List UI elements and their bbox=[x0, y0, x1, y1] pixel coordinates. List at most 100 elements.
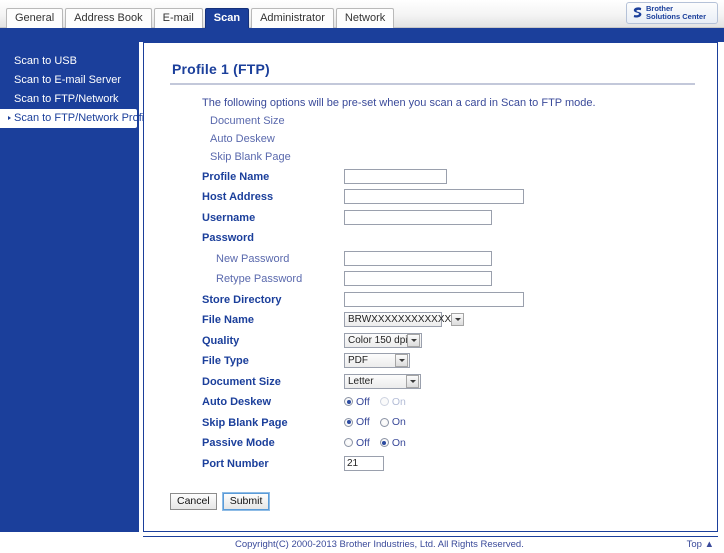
row-passive-mode: Passive Mode Off On bbox=[144, 435, 717, 456]
document-size-value: Letter bbox=[348, 375, 374, 387]
auto-deskew-radio-on: On bbox=[379, 395, 406, 408]
row-auto-deskew: Auto Deskew Off On bbox=[144, 394, 717, 415]
file-name-select[interactable]: BRWXXXXXXXXXXXX bbox=[344, 312, 465, 327]
cancel-button[interactable]: Cancel bbox=[170, 493, 217, 510]
skip-blank-page-radio-group: Off On bbox=[344, 415, 406, 430]
sidebar-item-label: Scan to FTP/Network bbox=[14, 93, 119, 105]
auto-deskew-radio-off[interactable]: Off bbox=[344, 396, 370, 408]
username-input[interactable] bbox=[344, 209, 492, 225]
row-new-password: New Password bbox=[144, 250, 717, 272]
submit-button[interactable]: Submit bbox=[222, 493, 270, 510]
row-file-type: File Type PDF bbox=[144, 353, 717, 374]
sidebar-item-scan-to-ftp-network-profile[interactable]: Scan to FTP/Network Profile bbox=[0, 109, 153, 128]
skip-blank-page-on-label: On bbox=[391, 416, 406, 428]
auto-deskew-on-label: On bbox=[391, 395, 406, 408]
label-host-address: Host Address bbox=[202, 191, 274, 203]
passive-mode-radio-group: Off On bbox=[344, 435, 406, 450]
radio-dot-icon bbox=[379, 397, 389, 406]
top-link[interactable]: Top ▲ bbox=[687, 539, 714, 550]
sidebar-item-scan-to-email-server[interactable]: Scan to E-mail Server bbox=[0, 71, 139, 90]
tab-administrator[interactable]: Administrator bbox=[251, 8, 334, 28]
intro-item-document-size: Document Size bbox=[210, 115, 285, 127]
port-number-input[interactable] bbox=[344, 455, 384, 471]
chevron-down-icon[interactable] bbox=[407, 333, 421, 347]
radio-dot-icon bbox=[344, 397, 353, 406]
quality-select[interactable]: Color 150 dpi bbox=[344, 332, 422, 348]
row-host-address: Host Address bbox=[144, 189, 717, 210]
row-skip-blank-page: Skip Blank Page Off On bbox=[144, 415, 717, 436]
row-profile-name: Profile Name bbox=[144, 169, 717, 189]
brother-solutions-center-logo[interactable]: Brother Solutions Center bbox=[626, 2, 718, 24]
footer: Copyright(C) 2000-2013 Brother Industrie… bbox=[143, 536, 718, 552]
selected-arrow-icon bbox=[8, 116, 11, 121]
label-passive-mode: Passive Mode bbox=[202, 437, 275, 449]
passive-mode-radio-on[interactable]: On bbox=[379, 437, 406, 449]
tab-address-book[interactable]: Address Book bbox=[65, 8, 152, 28]
store-directory-input[interactable] bbox=[344, 291, 524, 307]
label-password: Password bbox=[202, 232, 254, 244]
tab-email[interactable]: E-mail bbox=[153, 8, 203, 28]
host-address-input[interactable] bbox=[344, 189, 524, 204]
row-store-directory: Store Directory bbox=[144, 291, 717, 313]
footer-divider bbox=[143, 536, 718, 537]
radio-dot-icon bbox=[344, 438, 353, 447]
label-quality: Quality bbox=[202, 334, 240, 347]
label-username: Username bbox=[202, 211, 256, 224]
quality-value: Color 150 dpi bbox=[348, 334, 408, 346]
new-password-input[interactable] bbox=[344, 250, 492, 266]
top-bar: General Address Book E-mail Scan Adminis… bbox=[0, 0, 724, 28]
tab-network[interactable]: Network bbox=[335, 8, 395, 28]
sidebar-item-scan-to-usb[interactable]: Scan to USB bbox=[0, 52, 139, 71]
radio-dot-icon bbox=[379, 417, 389, 427]
retype-password-input[interactable] bbox=[344, 271, 492, 286]
passive-mode-off-label: Off bbox=[356, 436, 370, 449]
sidebar-item-scan-to-ftp-network[interactable]: Scan to FTP/Network bbox=[0, 90, 139, 109]
label-new-password: New Password bbox=[216, 252, 290, 265]
page-title: Profile 1 (FTP) bbox=[172, 61, 270, 77]
tab-general[interactable]: General bbox=[6, 8, 64, 28]
row-username: Username bbox=[144, 209, 717, 231]
tab-scan[interactable]: Scan bbox=[204, 8, 250, 28]
intro-item-skip-blank-page: Skip Blank Page bbox=[210, 151, 291, 163]
chevron-down-icon[interactable] bbox=[406, 374, 419, 388]
header-band bbox=[0, 28, 724, 42]
chevron-down-icon[interactable] bbox=[451, 313, 465, 326]
row-document-size: Document Size Letter bbox=[144, 373, 717, 395]
label-skip-blank-page: Skip Blank Page bbox=[202, 416, 288, 429]
file-type-select[interactable]: PDF bbox=[344, 353, 410, 368]
chevron-down-icon[interactable] bbox=[395, 354, 408, 367]
file-type-value: PDF bbox=[348, 355, 368, 366]
auto-deskew-off-label: Off bbox=[356, 395, 370, 408]
logo-text-block: Brother Solutions Center bbox=[645, 4, 707, 22]
skip-blank-page-off-label: Off bbox=[356, 416, 370, 428]
tab-strip: General Address Book E-mail Scan Adminis… bbox=[6, 8, 395, 28]
row-retype-password: Retype Password bbox=[144, 271, 717, 292]
file-name-value: BRWXXXXXXXXXXXX bbox=[348, 314, 452, 325]
label-store-directory: Store Directory bbox=[202, 293, 282, 306]
row-password-group: Password bbox=[144, 230, 717, 251]
skip-blank-page-radio-on[interactable]: On bbox=[379, 416, 406, 428]
form-actions: Cancel Submit bbox=[170, 493, 270, 510]
sidebar-item-label: Scan to E-mail Server bbox=[14, 74, 121, 86]
sidebar: Scan to USB Scan to E-mail Server Scan t… bbox=[0, 42, 153, 532]
label-retype-password: Retype Password bbox=[216, 273, 303, 285]
skip-blank-page-radio-off[interactable]: Off bbox=[344, 416, 370, 428]
profile-name-input[interactable] bbox=[344, 169, 447, 184]
document-size-select[interactable]: Letter bbox=[344, 373, 421, 389]
copyright-text: Copyright(C) 2000-2013 Brother Industrie… bbox=[235, 539, 524, 550]
radio-dot-icon bbox=[344, 417, 353, 427]
row-file-name: File Name BRWXXXXXXXXXXXX bbox=[144, 312, 717, 333]
brother-swoosh-icon bbox=[633, 7, 642, 18]
passive-mode-radio-off[interactable]: Off bbox=[344, 437, 370, 449]
profile-form: Profile Name Host Address Username Passw… bbox=[144, 169, 717, 477]
label-port-number: Port Number bbox=[202, 457, 269, 470]
row-port-number: Port Number bbox=[144, 455, 717, 477]
content-panel: Profile 1 (FTP) The following options wi… bbox=[143, 42, 718, 532]
radio-dot-icon bbox=[379, 438, 389, 447]
row-quality: Quality Color 150 dpi bbox=[144, 332, 717, 354]
title-divider bbox=[170, 83, 695, 85]
logo-line-2: Solutions Center bbox=[646, 12, 707, 21]
intro-item-auto-deskew: Auto Deskew bbox=[210, 133, 275, 145]
label-file-name: File Name bbox=[202, 314, 254, 326]
sidebar-item-label: Scan to USB bbox=[14, 55, 77, 67]
